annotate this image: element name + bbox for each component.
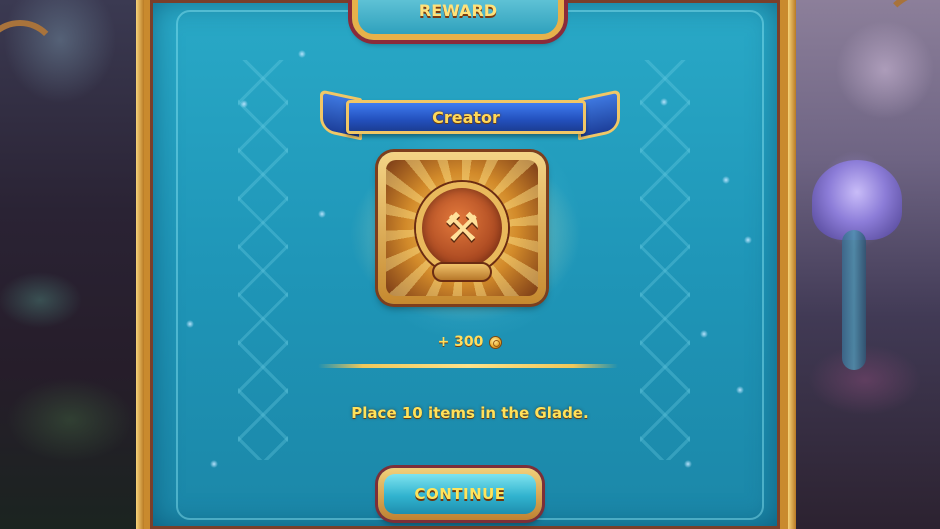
- sparkle-decoration: [736, 386, 744, 394]
- reward-tab-label: REWARD: [418, 1, 498, 20]
- sparkle-decoration: [660, 98, 668, 106]
- achievement-badge: ⚒: [378, 152, 546, 304]
- reward-text: + 300: [437, 334, 484, 350]
- sparkle-decoration: [318, 210, 326, 218]
- continue-button-face[interactable]: CONTINUE: [384, 474, 536, 514]
- sparkle-decoration: [700, 330, 708, 338]
- divider-line: [318, 364, 618, 368]
- panel-pattern-right: [640, 60, 690, 460]
- continue-button[interactable]: CONTINUE: [378, 468, 542, 520]
- achievement-description: Place 10 items in the Glade.: [351, 404, 589, 422]
- sparkle-decoration: [684, 460, 692, 468]
- hammer-saw-tools-icon: ⚒: [444, 205, 480, 251]
- reward-amount: + 300: [420, 330, 520, 354]
- panel-frame-right: [788, 0, 796, 529]
- badge-background: ⚒: [386, 160, 538, 296]
- sparkle-decoration: [240, 100, 248, 108]
- panel-frame-left: [136, 0, 144, 529]
- achievement-medal: ⚒: [416, 182, 508, 282]
- achievement-title: Creator: [432, 107, 500, 127]
- medal-scroll-ornament: [432, 262, 492, 282]
- jellyfish-stem-decoration: [842, 230, 866, 370]
- reward-tab-button[interactable]: REWARD: [352, 0, 564, 40]
- continue-label: CONTINUE: [414, 485, 506, 503]
- sparkle-decoration: [186, 320, 194, 328]
- sparkle-decoration: [210, 460, 218, 468]
- panel-pattern-left: [238, 60, 288, 460]
- achievement-title-ribbon: Creator: [346, 100, 586, 134]
- jellyfish-plant-decoration: [812, 160, 902, 240]
- coin-icon: [489, 335, 503, 349]
- sparkle-decoration: [298, 50, 306, 58]
- sparkle-decoration: [722, 176, 730, 184]
- sparkle-decoration: [744, 236, 752, 244]
